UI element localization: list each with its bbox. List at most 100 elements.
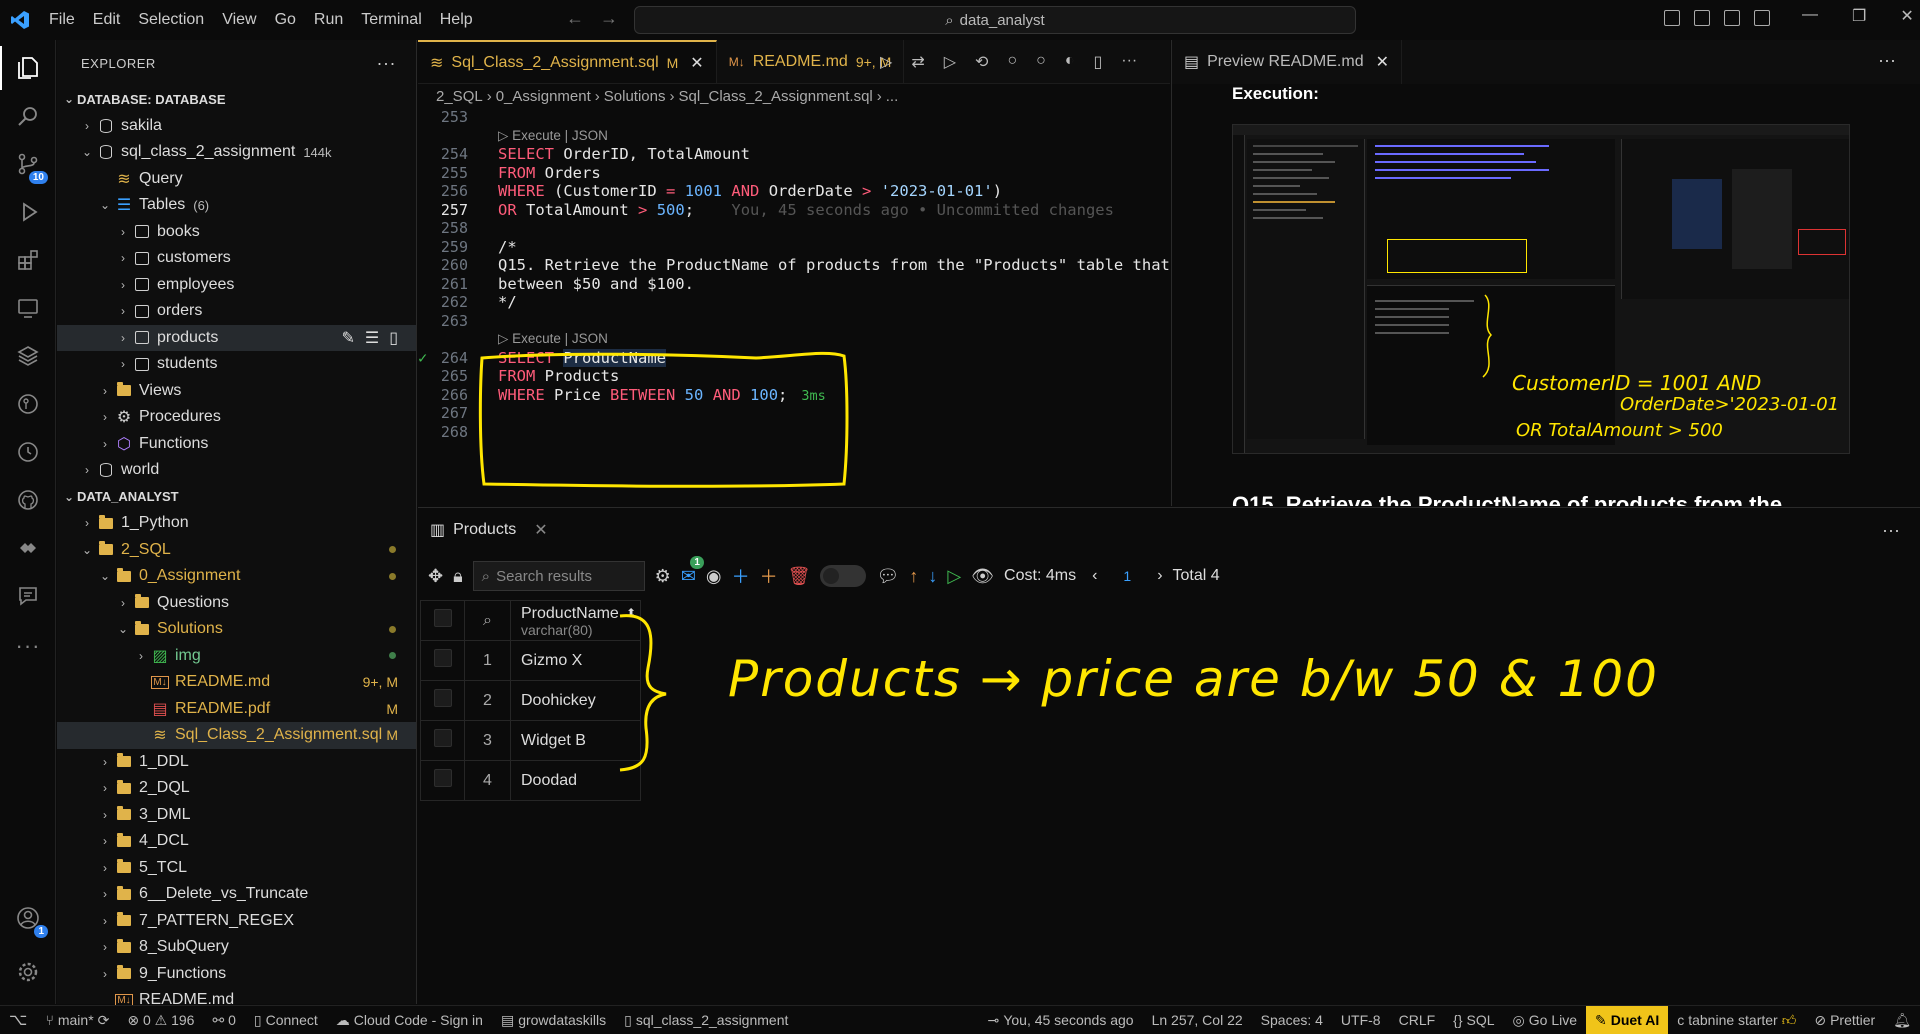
product-name-cell[interactable]: Doodad xyxy=(510,760,641,801)
previous-change-icon[interactable]: ○ xyxy=(1007,52,1017,72)
prev-page-icon[interactable]: ‹ xyxy=(1092,567,1097,585)
tree-item-2-dql[interactable]: › 2_DQL xyxy=(57,775,416,802)
search-column-cell[interactable]: ⌕ xyxy=(464,600,511,641)
blame-status[interactable]: ⊸ You, 45 seconds ago xyxy=(979,1012,1143,1029)
tree-item-img[interactable]: › ▨ img xyxy=(57,643,416,670)
close-preview-icon[interactable]: ✕ xyxy=(1376,52,1389,72)
tree-item-readme-md[interactable]: M↓ README.md 9+, M xyxy=(57,669,416,696)
tree-item-5-tcl[interactable]: › 5_TCL xyxy=(57,855,416,882)
comments-icon[interactable] xyxy=(12,580,44,612)
table-row[interactable]: 3 Widget B xyxy=(420,720,641,761)
tab-readme[interactable]: M↓ README.md 9+, M xyxy=(717,40,905,83)
select-all-cell[interactable] xyxy=(420,600,465,641)
customize-layout-icon[interactable] xyxy=(1754,10,1770,26)
toggle-secondary-sidebar-icon[interactable] xyxy=(1724,10,1740,26)
tabnine-status[interactable]: c tabnine starter 👍︎ xyxy=(1668,1012,1805,1029)
page-number[interactable]: 1 xyxy=(1123,568,1131,584)
tree-item-readme-pdf[interactable]: ▤ README.pdf M xyxy=(57,696,416,723)
tab-sql-file[interactable]: ≋ Sql_Class_2_Assignment.sql M ✕ xyxy=(418,40,717,83)
tree-item-products[interactable]: › products ✎ ☰ ▯ xyxy=(57,324,416,351)
line-ending[interactable]: CRLF xyxy=(1390,1012,1445,1028)
new-file-icon[interactable]: ▯ xyxy=(389,328,398,348)
tree-item-6-delete-vs-truncate[interactable]: › 6__Delete_vs_Truncate xyxy=(57,881,416,908)
database-layers-icon[interactable] xyxy=(12,340,44,372)
workspace-status[interactable]: ▤ growdataskills xyxy=(492,1012,615,1029)
notifications-bell-icon[interactable]: 🔔︎ xyxy=(1884,1012,1920,1029)
git-graph-icon[interactable] xyxy=(12,388,44,420)
connect-status[interactable]: ▯ Connect xyxy=(245,1012,327,1029)
tree-item-functions[interactable]: › ⬡ Functions xyxy=(57,431,416,458)
row-select-cell[interactable] xyxy=(420,760,465,801)
timeline-icon[interactable] xyxy=(12,436,44,468)
mail-icon[interactable]: ✉ 1 xyxy=(681,555,704,587)
tree-item-sakila[interactable]: › sakila xyxy=(57,113,416,140)
go-live-button[interactable]: ◎ Go Live xyxy=(1504,1012,1586,1029)
db-status[interactable]: ▯ sql_class_2_assignment xyxy=(615,1012,797,1029)
tree-item-solutions[interactable]: ⌄ Solutions xyxy=(57,616,416,643)
settings-gear-icon[interactable] xyxy=(12,956,44,988)
explorer-icon[interactable] xyxy=(0,46,44,90)
tree-item-sql-class-2-assignment-sql[interactable]: ≋ Sql_Class_2_Assignment.sql M xyxy=(57,722,416,749)
lock-icon[interactable]: 🔒︎ xyxy=(453,566,463,587)
close-results-icon[interactable]: ✕ xyxy=(534,520,547,540)
breadcrumb-item[interactable]: 2_SQL xyxy=(436,88,483,105)
open-changes-icon[interactable]: ⟲ xyxy=(975,52,988,72)
menu-go[interactable]: Go xyxy=(266,11,305,29)
prettier-status[interactable]: ⊘ Prettier xyxy=(1805,1012,1884,1029)
tree-item-procedures[interactable]: › ⚙ Procedures xyxy=(57,404,416,431)
remote-explorer-icon[interactable] xyxy=(12,292,44,324)
arrow-down-icon[interactable]: ↓ xyxy=(928,566,937,587)
list-icon[interactable]: ☰ xyxy=(365,328,379,348)
row-checkbox[interactable] xyxy=(433,649,452,667)
breadcrumb-item[interactable]: Solutions xyxy=(604,88,666,105)
table-row[interactable]: 2 Doohickey xyxy=(420,680,641,721)
menu-file[interactable]: File xyxy=(40,11,84,29)
row-checkbox[interactable] xyxy=(433,769,452,787)
explorer-more-icon[interactable]: ··· xyxy=(377,53,396,74)
ports-status[interactable]: ⚯ 0 xyxy=(203,1012,244,1029)
insert-icon[interactable]: ＋ xyxy=(760,563,778,589)
tree-item-world[interactable]: › world xyxy=(57,457,416,484)
row-checkbox[interactable] xyxy=(433,689,452,707)
run-icon[interactable]: ▷ xyxy=(947,566,961,587)
breadcrumb-item[interactable]: ... xyxy=(886,88,899,105)
panel-more-icon[interactable]: ··· xyxy=(1882,520,1900,541)
results-tab[interactable]: ▥ Products ✕ xyxy=(430,520,548,540)
close-window-icon[interactable]: ✕ xyxy=(1900,6,1913,26)
section-data-analyst[interactable]: ⌄ DATA_ANALYST xyxy=(57,484,416,511)
breadcrumb-item[interactable]: Sql_Class_2_Assignment.sql xyxy=(678,88,872,105)
run-query-icon[interactable]: ▷ xyxy=(880,52,892,72)
menu-edit[interactable]: Edit xyxy=(84,11,130,29)
tree-item-orders[interactable]: › orders xyxy=(57,298,416,325)
github-icon[interactable]: ◉ xyxy=(706,566,722,587)
indentation[interactable]: Spaces: 4 xyxy=(1252,1012,1332,1028)
next-change-icon[interactable]: ○ xyxy=(1036,52,1046,72)
tree-item-2-sql[interactable]: ⌄ 2_SQL xyxy=(57,537,416,564)
toggle-switch[interactable] xyxy=(820,565,867,587)
accounts-icon[interactable]: 1 xyxy=(12,902,48,938)
tree-item-students[interactable]: › students xyxy=(57,351,416,378)
forward-arrow-icon[interactable]: → xyxy=(600,8,618,29)
tree-item-questions[interactable]: › Questions xyxy=(57,590,416,617)
language-mode[interactable]: {} SQL xyxy=(1444,1012,1503,1028)
split-editor-icon[interactable]: ▯ xyxy=(1093,52,1102,72)
problems-status[interactable]: ⊗ 0 ⚠ 196 xyxy=(118,1012,203,1029)
branch-status[interactable]: ⑂ main* ⟳ xyxy=(36,1012,118,1029)
row-select-cell[interactable] xyxy=(420,680,465,721)
tree-item-4-dcl[interactable]: › 4_DCL xyxy=(57,828,416,855)
preview-more-icon[interactable]: ··· xyxy=(1878,50,1896,71)
delete-icon[interactable]: 🗑︎ xyxy=(788,566,811,587)
duet-ai-button[interactable]: ✎ Duet AI xyxy=(1586,1005,1669,1034)
settings-icon[interactable]: ⚙ xyxy=(655,566,671,587)
compare-changes-icon[interactable]: ⇄ xyxy=(911,52,924,72)
row-select-cell[interactable] xyxy=(420,640,465,681)
remote-icon[interactable]: ⌥ xyxy=(0,1010,36,1030)
column-header-productname[interactable]: ProductName ⬍ varchar(80) xyxy=(510,600,641,641)
back-arrow-icon[interactable]: ← xyxy=(566,8,584,29)
menu-help[interactable]: Help xyxy=(431,11,482,29)
menu-terminal[interactable]: Terminal xyxy=(352,11,430,29)
tree-item-books[interactable]: › books xyxy=(57,219,416,246)
search-icon[interactable] xyxy=(12,100,44,132)
toggle-inline-icon[interactable]: ◐ xyxy=(1065,52,1075,72)
code-editor[interactable]: 253 ▷ Execute | JSON 254 SELECT OrderID, To… xyxy=(418,106,1170,506)
